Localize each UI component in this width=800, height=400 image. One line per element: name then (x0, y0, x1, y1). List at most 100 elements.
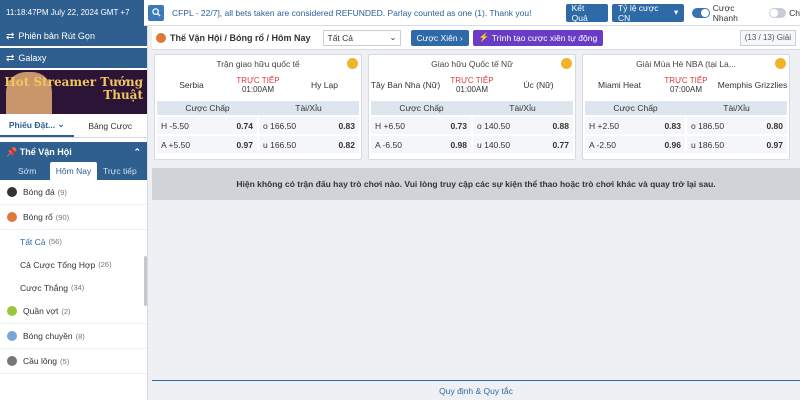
top-bar: 11:18:47PM July 22, 2024 GMT +7 CFPL - 2… (0, 0, 800, 26)
match-card: Giải Mùa Hè NBA (tại La... Miami Heat TR… (582, 54, 790, 160)
odd-label: A +5.50 (161, 139, 191, 150)
chevron-up-icon: ⌃ (133, 146, 141, 157)
badminton-icon (7, 356, 17, 366)
odd-cell[interactable]: u 166.50 0.82 (259, 136, 359, 153)
sport-label: Bóng chuyền (23, 331, 73, 341)
sub-label: Cược Thắng (20, 282, 68, 293)
league-name: Trận giao hữu quốc tế (155, 55, 361, 73)
filter-bar: Thế Vận Hội / Bóng rổ / Hôm Nay Tất Cả ⌄… (152, 26, 800, 50)
odd-cell[interactable]: A -6.50 0.98 (371, 136, 471, 153)
tab-today[interactable]: Hôm Nay (50, 162, 97, 180)
odd-cell[interactable]: H +6.50 0.73 (371, 117, 471, 134)
tab-live[interactable]: Trực tiếp (97, 162, 143, 180)
odd-label: H +2.50 (589, 120, 620, 131)
sport-label: Cầu lông (23, 356, 58, 366)
olympics-label: Thể Vận Hội (19, 147, 72, 157)
sport-count: (90) (55, 212, 70, 222)
over-under-header: Tài/Xỉu (723, 103, 750, 113)
odd-label: H +6.50 (375, 120, 406, 131)
auto-parlay-button[interactable]: ⚡ Trình tạo cược xiên tự động (472, 29, 604, 46)
odd-cell[interactable]: u 186.50 0.97 (687, 136, 787, 153)
galaxy-link[interactable]: ⇄ Galaxy (0, 48, 147, 70)
compact-version-link[interactable]: ⇄ Phiên bản Rút Gọn (0, 26, 147, 48)
filter-select[interactable]: Tất Cả ⌄ (322, 29, 401, 46)
odd-cell[interactable]: o 166.50 0.83 (259, 117, 359, 134)
sport-football[interactable]: Bóng đá (9) (0, 180, 147, 205)
odd-value: 0.80 (766, 120, 783, 131)
coin-icon[interactable] (561, 58, 572, 69)
streamer-banner[interactable]: Hot Streamer Tướng Thuật (0, 70, 147, 114)
search-button[interactable] (148, 4, 164, 21)
time-tabs: Sớm Hôm Nay Trực tiếp (0, 162, 147, 180)
live-label: TRỰC TIẾP (236, 76, 280, 85)
sub-count: (34) (70, 283, 85, 292)
sport-volleyball[interactable]: Bóng chuyền (8) (0, 324, 147, 349)
odd-value: 0.83 (664, 120, 681, 131)
odds-header: Cược Chấp Tài/Xỉu (157, 101, 359, 115)
odd-cell[interactable]: o 140.50 0.88 (473, 117, 573, 134)
sub-win[interactable]: Cược Thắng (34) (0, 276, 147, 299)
odd-cell[interactable]: A -2.50 0.96 (585, 136, 685, 153)
coin-icon[interactable] (347, 58, 358, 69)
away-team: Memphis Grizzlies (717, 80, 788, 90)
sport-label: Bóng rổ (23, 212, 53, 222)
sub-combo[interactable]: Cả Cược Tổng Hợp (26) (0, 253, 147, 276)
sub-count: (56) (48, 237, 62, 246)
match-time: 01:00AM (241, 85, 275, 94)
odd-label: u 166.50 (263, 139, 297, 150)
sport-tennis[interactable]: Quần vợt (2) (0, 299, 147, 324)
odd-value: 0.97 (236, 139, 253, 150)
tab-bet-slip[interactable]: Phiếu Đặt... ⌄ (0, 114, 74, 137)
odd-label: A -2.50 (589, 139, 616, 150)
rules-link[interactable]: Quy định & Quy tắc (152, 380, 800, 400)
sport-badminton[interactable]: Cầu lông (5) (0, 349, 147, 374)
other-toggle[interactable] (768, 7, 787, 18)
main-content: Thế Vận Hội / Bóng rổ / Hôm Nay Tất Cả ⌄… (152, 26, 800, 400)
match-card: Trận giao hữu quốc tế Serbia TRỰC TIẾP 01… (154, 54, 362, 160)
sport-label: Bóng đá (23, 187, 55, 197)
teams-row: Serbia TRỰC TIẾP 01:00AM Hy Lạp (155, 73, 361, 97)
odd-cell[interactable]: u 140.50 0.77 (473, 136, 573, 153)
chevron-right-icon: › (459, 32, 463, 43)
home-team: Miami Heat (598, 80, 641, 90)
league-label: Giải Mùa Hè NBA (tại La... (636, 59, 736, 69)
handicap-header: Cược Chấp (399, 103, 444, 113)
odd-cell[interactable]: H -5.50 0.74 (157, 117, 257, 134)
odds-type-dropdown[interactable]: Tỷ lệ cược CN ▾ (612, 3, 685, 23)
tab-early[interactable]: Sớm (4, 162, 50, 180)
sport-basketball[interactable]: Bóng rổ (90) (0, 205, 147, 230)
basketball-icon (156, 32, 166, 43)
results-button[interactable]: Kết Quả (565, 3, 609, 23)
olympics-section[interactable]: 📌 Thể Vận Hội ⌃ (0, 142, 147, 162)
odds-row: A -2.50 0.96 u 186.50 0.97 (585, 136, 787, 153)
quick-bet-toggle[interactable] (692, 7, 710, 18)
swap-icon: ⇄ (6, 52, 15, 64)
tennis-icon (7, 306, 17, 316)
odd-label: u 186.50 (691, 139, 725, 150)
sub-all[interactable]: Tất Cả (56) (0, 230, 147, 253)
odd-cell[interactable]: A +5.50 0.97 (157, 136, 257, 153)
tab-bet-list[interactable]: Bảng Cược (74, 114, 148, 137)
other-toggle-label: Ch (789, 7, 800, 18)
odd-cell[interactable]: o 186.50 0.80 (687, 117, 787, 134)
volleyball-icon (7, 331, 17, 341)
odd-cell[interactable]: H +2.50 0.83 (585, 117, 685, 134)
match-cards: Trận giao hữu quốc tế Serbia TRỰC TIẾP 01… (152, 50, 800, 160)
pin-icon: 📌 (6, 146, 18, 157)
odds-header: Cược Chấp Tài/Xỉu (585, 101, 787, 115)
sidebar-scrollbar[interactable] (144, 256, 147, 306)
sport-count: (5) (60, 356, 70, 366)
over-under-header: Tài/Xỉu (509, 103, 536, 113)
match-status: TRỰC TIẾP 07:00AM (656, 76, 716, 94)
league-label: Trận giao hữu quốc tế (216, 59, 300, 69)
parlay-button[interactable]: Cược Xiên › (410, 29, 469, 46)
compact-version-label: Phiên bản Rút Gọn (18, 31, 95, 41)
basketball-icon (7, 212, 17, 222)
teams-row: Miami Heat TRỰC TIẾP 07:00AM Memphis Griz… (583, 73, 789, 97)
coin-icon[interactable] (775, 58, 786, 69)
odd-label: o 186.50 (691, 120, 725, 131)
filter-select-value: Tất Cả (327, 32, 354, 43)
odd-label: A -6.50 (375, 139, 402, 150)
odd-label: u 140.50 (477, 139, 511, 150)
home-team: Serbia (179, 80, 204, 90)
